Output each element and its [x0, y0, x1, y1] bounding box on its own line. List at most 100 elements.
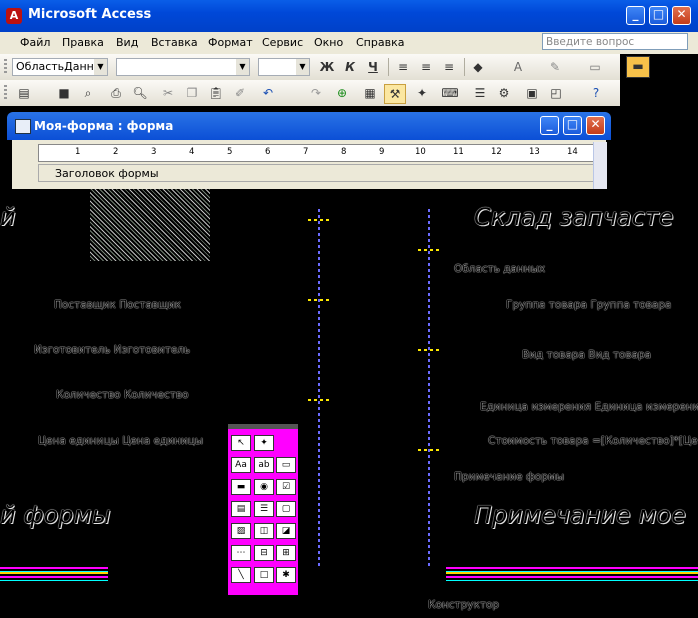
header-title-label[interactable]: Склад запчасте — [474, 203, 674, 231]
control-wizards-icon[interactable]: ✦ — [254, 435, 274, 451]
border-style-icon[interactable]: ▭ — [585, 58, 605, 76]
footer-note-label[interactable]: Примечание мое — [474, 501, 686, 529]
app-title-bar[interactable]: A Microsoft Access _ □ ✕ — [0, 0, 698, 32]
paste-icon[interactable]: 📋︎ — [206, 84, 226, 102]
select-objects-icon[interactable]: ↖ — [231, 435, 251, 451]
menu-window[interactable]: Окно — [314, 36, 343, 49]
textbox-tool-icon[interactable]: ab — [254, 457, 274, 473]
image-tool-icon[interactable]: ▨ — [231, 523, 251, 539]
minimize-button[interactable]: _ — [626, 6, 645, 25]
page-break-icon[interactable]: ⋯ — [231, 545, 251, 561]
label-tool-icon[interactable]: Aa — [231, 457, 251, 473]
option-group-icon[interactable]: ▭ — [276, 457, 296, 473]
font-combo[interactable]: ▼ — [116, 58, 250, 76]
print-icon[interactable]: ⎙ — [106, 84, 126, 102]
print-preview-icon[interactable]: 🔍︎ — [130, 84, 150, 102]
copy-icon[interactable]: ❐ — [182, 84, 202, 102]
bound-frame-icon[interactable]: ◪ — [276, 523, 296, 539]
help-icon[interactable]: ? — [586, 84, 606, 102]
tab-control-icon[interactable]: ⊟ — [254, 545, 274, 561]
underline-button[interactable]: Ч — [363, 58, 383, 76]
field-list-icon[interactable]: ▦ — [360, 84, 380, 102]
grid-artifact — [418, 449, 440, 451]
menu-insert[interactable]: Вставка — [151, 36, 198, 49]
close-button[interactable]: ✕ — [672, 6, 691, 25]
header-title-left[interactable]: й — [0, 203, 16, 231]
autoformat-icon[interactable]: ✦ — [412, 84, 432, 102]
detail-section-label[interactable]: Область данных — [454, 263, 545, 275]
align-center-icon[interactable]: ≡ — [416, 58, 436, 76]
search-icon[interactable]: ⌕ — [78, 84, 98, 102]
cut-icon[interactable]: ✂ — [158, 84, 178, 102]
help-question-input[interactable]: Введите вопрос — [542, 33, 688, 50]
list-box-icon[interactable]: ☰ — [254, 501, 274, 517]
properties-icon[interactable]: ☰ — [470, 84, 490, 102]
menu-help[interactable]: Справка — [356, 36, 404, 49]
italic-button[interactable]: К — [340, 58, 360, 76]
supplier-field[interactable]: Поставщик Поставщик — [54, 299, 181, 311]
horizontal-ruler[interactable]: 1 2 3 4 5 6 7 8 9 10 11 12 13 14 — [38, 144, 596, 162]
database-window-icon[interactable]: ▣ — [522, 84, 542, 102]
field-label: Изготовитель — [34, 344, 111, 356]
form-maximize-button[interactable]: □ — [563, 116, 582, 135]
hyperlink-icon[interactable]: ⊕ — [332, 84, 352, 102]
command-button-icon[interactable]: ▢ — [276, 501, 296, 517]
bold-button[interactable]: Ж — [317, 58, 337, 76]
unit-price-field[interactable]: Цена единицы Цена единицы — [38, 435, 203, 447]
product-cost-field[interactable]: Стоимость товара =[Количество]*[Це — [488, 435, 698, 447]
form-header-section-bar[interactable]: Заголовок формы — [38, 164, 594, 182]
product-type-field[interactable]: Вид товара Вид товара — [522, 349, 651, 361]
fill-color-icon[interactable]: ◆ — [468, 58, 488, 76]
unit-of-measure-field[interactable]: Единица измерения Единица измерения — [480, 401, 698, 413]
footer-left-label[interactable]: й формы — [0, 501, 111, 529]
undo-icon[interactable]: ↶ — [258, 84, 278, 102]
vertical-scrollbar[interactable] — [593, 142, 607, 189]
menu-file[interactable]: Файл — [20, 36, 50, 49]
subform-icon[interactable]: ⊞ — [276, 545, 296, 561]
redo-icon[interactable]: ↷ — [306, 84, 326, 102]
glitch-stripe — [446, 567, 698, 581]
form-close-button[interactable]: ✕ — [586, 116, 605, 135]
form-minimize-button[interactable]: _ — [540, 116, 559, 135]
toolbox-icon[interactable]: ⚒ — [384, 84, 406, 104]
toolbar-grip[interactable] — [4, 85, 7, 101]
menu-format[interactable]: Формат — [208, 36, 253, 49]
checkbox-tool-icon[interactable]: ☑ — [276, 479, 296, 495]
toggle-button-icon[interactable]: ▬ — [231, 479, 251, 495]
font-color-icon[interactable]: A — [508, 58, 528, 76]
view-icon[interactable]: ▤ — [14, 84, 34, 102]
ruler-number: 8 — [341, 147, 347, 157]
object-combo[interactable]: ОбластьДанны ▼ — [12, 58, 108, 76]
menu-tools[interactable]: Сервис — [262, 36, 303, 49]
footer-section-label[interactable]: Примечание формы — [454, 471, 564, 483]
menu-view[interactable]: Вид — [116, 36, 138, 49]
save-icon[interactable]: ■ — [54, 84, 74, 102]
special-effect-icon[interactable]: ▬ — [626, 56, 650, 78]
font-size-combo[interactable]: ▼ — [258, 58, 310, 76]
more-controls-icon[interactable]: ✱ — [276, 567, 296, 583]
manufacturer-field[interactable]: Изготовитель Изготовитель — [34, 344, 190, 356]
align-right-icon[interactable]: ≡ — [439, 58, 459, 76]
code-icon[interactable]: ⌨ — [440, 84, 460, 102]
new-object-icon[interactable]: ◰ — [546, 84, 566, 102]
toolbar-grip[interactable] — [4, 59, 7, 75]
builder-icon[interactable]: ⚙ — [494, 84, 514, 102]
quantity-field[interactable]: Количество Количество — [56, 389, 189, 401]
product-group-field[interactable]: Группа товара Группа товара — [506, 299, 671, 311]
line-color-icon[interactable]: ✎ — [545, 58, 565, 76]
line-tool-icon[interactable]: ╲ — [231, 567, 251, 583]
option-button-icon[interactable]: ◉ — [254, 479, 274, 495]
rectangle-tool-icon[interactable]: □ — [254, 567, 274, 583]
grid-artifact — [308, 399, 330, 401]
format-painter-icon[interactable]: ✐ — [230, 84, 250, 102]
maximize-button[interactable]: □ — [649, 6, 668, 25]
combo-box-icon[interactable]: ▤ — [231, 501, 251, 517]
constructor-status-label: Конструктор — [428, 599, 500, 611]
align-left-icon[interactable]: ≡ — [393, 58, 413, 76]
chevron-down-icon: ▼ — [296, 59, 309, 75]
menu-edit[interactable]: Правка — [62, 36, 104, 49]
form-window-title-bar[interactable]: Моя-форма : форма _ □ ✕ — [7, 112, 611, 140]
form-window-title: Моя-форма : форма — [34, 119, 174, 133]
field-value: Вид товара — [588, 349, 652, 361]
unbound-frame-icon[interactable]: ◫ — [254, 523, 274, 539]
